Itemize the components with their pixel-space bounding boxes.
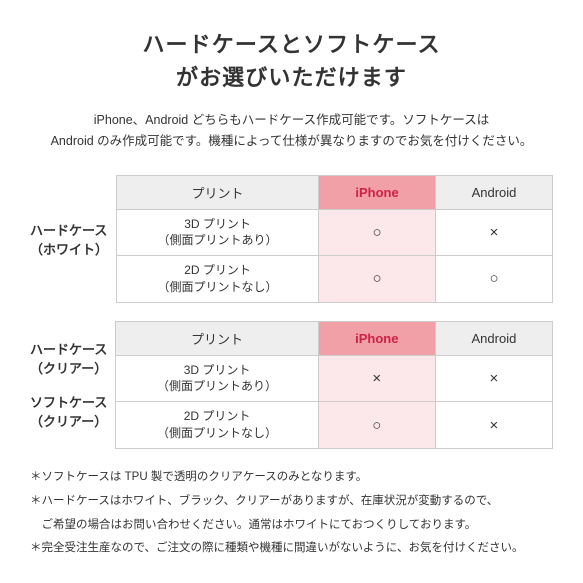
iphone-2d-1: ○ (319, 256, 436, 303)
note-2: ＊ハードケースはホワイト、ブラック、クリアーがありますが、在庫状況が変動するので… (30, 491, 553, 513)
row-label3-line1: ソフトケース (30, 395, 107, 410)
android-3d-2: × (435, 355, 552, 402)
symbol-iphone-3d-2: × (372, 370, 381, 387)
notes-section: ＊ソフトケースは TPU 製で透明のクリアケースのみとなります。 ＊ハードケース… (30, 467, 553, 560)
symbol-iphone-3d-1: ○ (373, 224, 382, 241)
col-header-print-2: プリント (116, 321, 318, 355)
android-2d-2: × (435, 402, 552, 449)
main-title: ハードケースとソフトケース がお選びいただけます (30, 28, 553, 94)
title-line2: がお選びいただけます (176, 65, 407, 90)
col-header-android-1: Android (436, 175, 553, 209)
section-hard-clear: ハードケース （クリアー） ソフトケース （クリアー） プリント iPhone … (30, 321, 553, 449)
symbol-iphone-2d-2: ○ (372, 417, 381, 434)
col-header-iphone-2: iPhone (318, 321, 435, 355)
row-label-1: ハードケース （ホワイト） (30, 175, 116, 303)
symbol-android-2d-1: ○ (489, 270, 498, 287)
iphone-3d-2: × (318, 355, 435, 402)
col-header-android-2: Android (435, 321, 552, 355)
symbol-android-2d-2: × (490, 417, 499, 434)
print-label-3d-1: 3D プリント（側面プリントあり） (117, 209, 319, 256)
outer-table-2: ハードケース （クリアー） ソフトケース （クリアー） プリント iPhone … (30, 321, 553, 449)
row-label-2: ハードケース （クリアー） ソフトケース （クリアー） (30, 321, 115, 449)
outer-table-1: ハードケース （ホワイト） プリント iPhone Android (30, 175, 553, 303)
table-row: 3D プリント（側面プリントあり） × × (116, 355, 553, 402)
table-row: 3D プリント（側面プリントあり） ○ × (117, 209, 553, 256)
print-label-2d-2: 2D プリント（側面プリントなし） (116, 402, 318, 449)
inner-table-cell-1: プリント iPhone Android 3D プリント（側面プリントあり） (116, 175, 553, 303)
iphone-2d-2: ○ (318, 402, 435, 449)
symbol-android-3d-1: × (490, 224, 499, 241)
row-label-line1: ハードケース (30, 223, 107, 238)
iphone-3d-1: ○ (319, 209, 436, 256)
title-line1: ハードケースとソフトケース (142, 32, 440, 57)
description-text: iPhone、Android どちらもハードケース作成可能です。ソフトケースはA… (51, 113, 533, 148)
table-row: 2D プリント（側面プリントなし） ○ ○ (117, 256, 553, 303)
col-header-iphone-1: iPhone (319, 175, 436, 209)
android-2d-1: ○ (436, 256, 553, 303)
inner-table-cell-2: プリント iPhone Android 3D プリント（側面プリントあり） (115, 321, 553, 449)
note-1: ＊ソフトケースは TPU 製で透明のクリアケースのみとなります。 (30, 467, 553, 489)
inner-table-1: プリント iPhone Android 3D プリント（側面プリントあり） (116, 175, 553, 303)
note-4: ＊完全受注生産なので、ご注文の際に種類や機種に間違いがないように、お気を付けくだ… (30, 538, 553, 560)
symbol-android-3d-2: × (490, 370, 499, 387)
col-header-print-1: プリント (117, 175, 319, 209)
print-label-2d-1: 2D プリント（側面プリントなし） (117, 256, 319, 303)
page-container: ハードケースとソフトケース がお選びいただけます iPhone、Android … (0, 0, 583, 582)
description: iPhone、Android どちらもハードケース作成可能です。ソフトケースはA… (30, 110, 553, 153)
inner-table-2: プリント iPhone Android 3D プリント（側面プリントあり） (115, 321, 553, 449)
row-label3-line2: （クリアー） (30, 414, 107, 429)
row-label-line2: （ホワイト） (30, 242, 108, 257)
section-hard-white: ハードケース （ホワイト） プリント iPhone Android (30, 175, 553, 303)
row-label2-line1: ハードケース (30, 342, 107, 357)
android-3d-1: × (436, 209, 553, 256)
row-label2-line2: （クリアー） (30, 361, 107, 376)
print-label-3d-2: 3D プリント（側面プリントあり） (116, 355, 318, 402)
symbol-iphone-2d-1: ○ (373, 270, 382, 287)
note-3: ご希望の場合はお問い合わせください。通常はホワイトにておつくりしております。 (30, 515, 553, 537)
table-row: 2D プリント（側面プリントなし） ○ × (116, 402, 553, 449)
